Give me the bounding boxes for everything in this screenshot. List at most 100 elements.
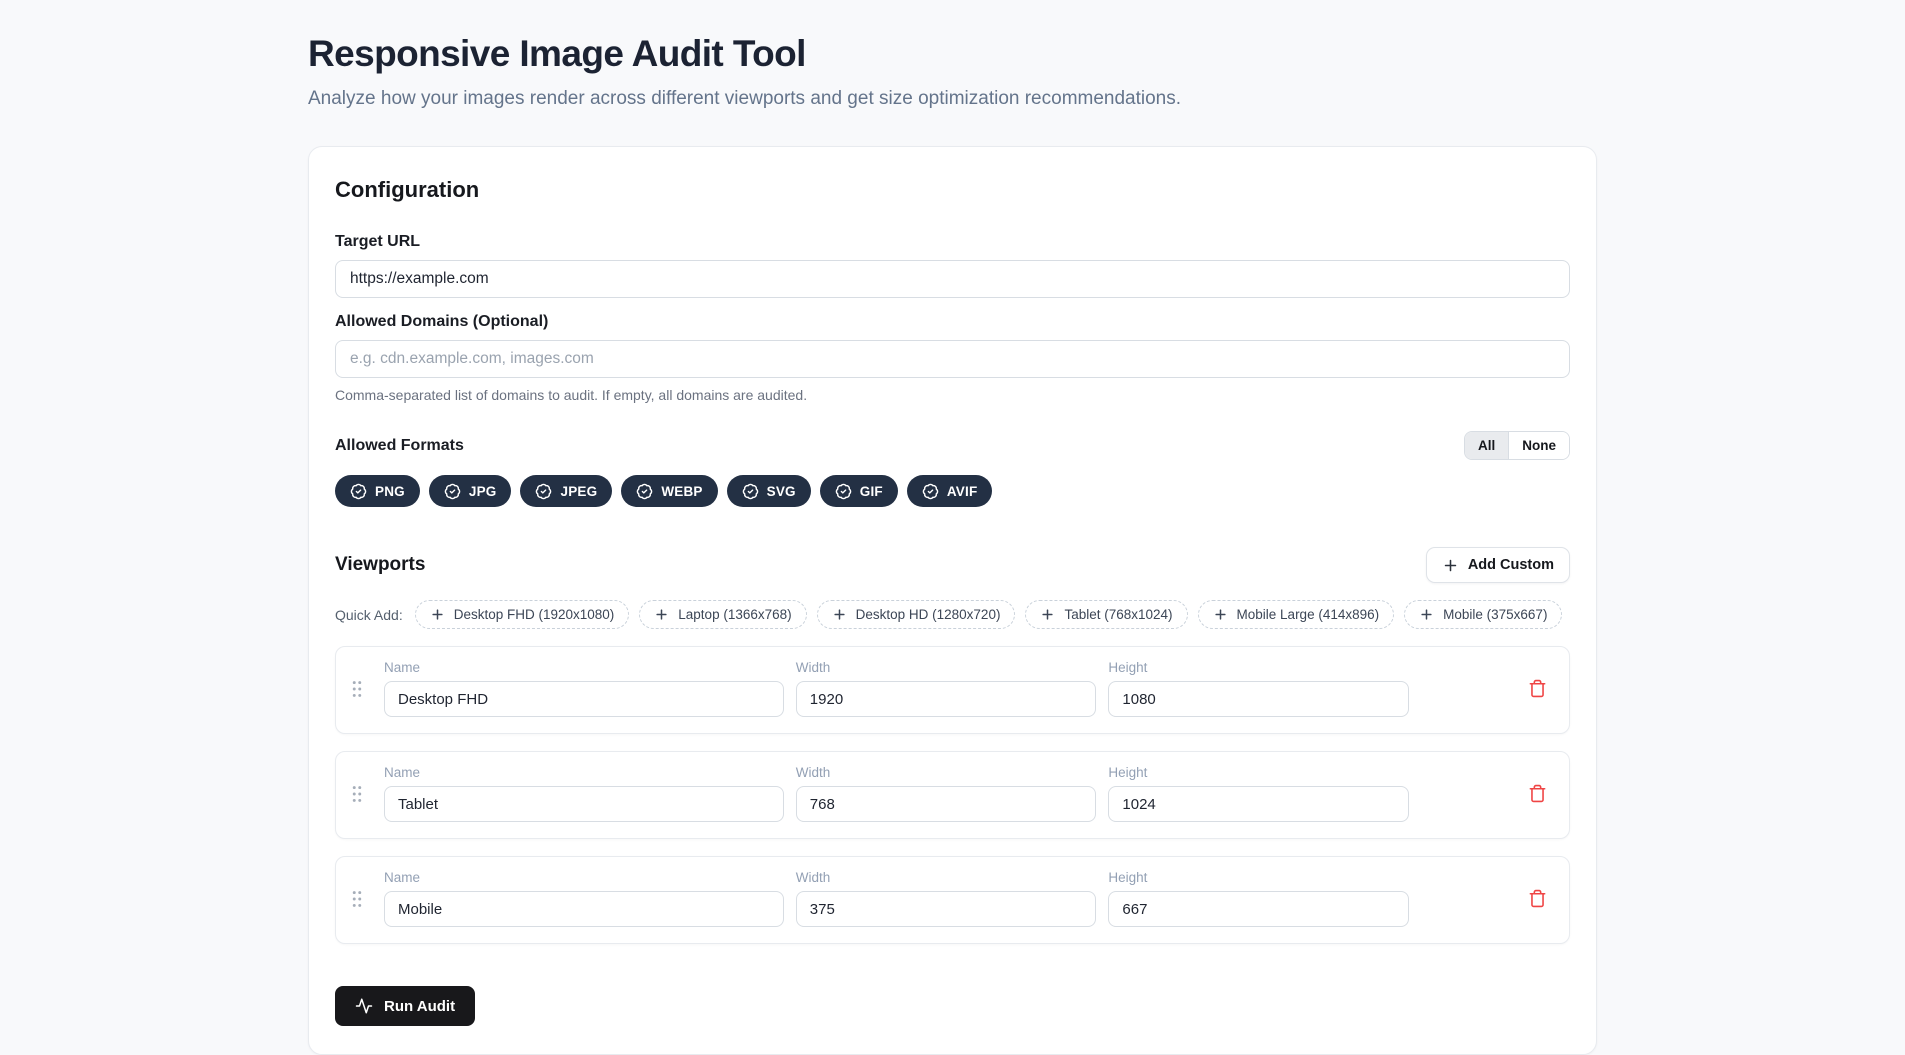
preset-label: Mobile (375x667) — [1443, 607, 1547, 622]
viewport-name-input[interactable] — [384, 786, 784, 822]
viewport-height-label: Height — [1108, 660, 1409, 675]
grip-vertical-icon — [346, 783, 368, 805]
format-pill-label: SVG — [767, 484, 796, 499]
plus-icon — [1442, 557, 1459, 574]
format-pill-gif[interactable]: GIF — [820, 475, 898, 507]
viewport-width-label: Width — [796, 870, 1097, 885]
viewport-height-label: Height — [1108, 765, 1409, 780]
format-pill-svg[interactable]: SVG — [727, 475, 811, 507]
add-custom-button[interactable]: Add Custom — [1426, 547, 1570, 583]
configuration-card: Configuration Target URL Allowed Domains… — [308, 146, 1597, 1055]
add-custom-label: Add Custom — [1468, 557, 1554, 573]
badge-check-icon — [535, 483, 552, 500]
format-pill-label: JPG — [469, 484, 497, 499]
format-pills-row: PNG JPG JPEG WEBP SVG GIF — [335, 475, 1570, 507]
quick-add-desktop-fhd[interactable]: Desktop FHD (1920x1080) — [415, 600, 630, 629]
formats-select-all-button[interactable]: All — [1465, 432, 1508, 459]
preset-label: Desktop HD (1280x720) — [856, 607, 1001, 622]
drag-handle[interactable] — [342, 888, 372, 910]
activity-icon — [355, 997, 373, 1015]
viewports-heading: Viewports — [335, 554, 425, 576]
viewport-height-label: Height — [1108, 870, 1409, 885]
viewport-height-input[interactable] — [1108, 891, 1409, 927]
format-pill-png[interactable]: PNG — [335, 475, 420, 507]
quick-add-laptop[interactable]: Laptop (1366x768) — [639, 600, 806, 629]
grip-vertical-icon — [346, 678, 368, 700]
quick-add-desktop-hd[interactable]: Desktop HD (1280x720) — [817, 600, 1016, 629]
badge-check-icon — [922, 483, 939, 500]
viewport-row: Name Width Height — [335, 646, 1570, 734]
viewport-height-field: Height — [1108, 765, 1409, 822]
viewport-name-input[interactable] — [384, 891, 784, 927]
page-container: Responsive Image Audit Tool Analyze how … — [308, 0, 1597, 1055]
badge-check-icon — [350, 483, 367, 500]
plus-icon — [654, 607, 669, 622]
plus-icon — [1419, 607, 1434, 622]
page-subtitle: Analyze how your images render across di… — [308, 88, 1597, 110]
allowed-domains-group: Allowed Domains (Optional) Comma-separat… — [335, 313, 1570, 403]
target-url-input[interactable] — [335, 260, 1570, 298]
quick-add-row: Quick Add: Desktop FHD (1920x1080) Lapto… — [335, 600, 1570, 629]
delete-viewport-button[interactable] — [1524, 675, 1551, 702]
viewport-width-input[interactable] — [796, 681, 1097, 717]
viewport-height-input[interactable] — [1108, 786, 1409, 822]
format-pill-webp[interactable]: WEBP — [621, 475, 717, 507]
viewport-row: Name Width Height — [335, 856, 1570, 944]
viewport-width-field: Width — [796, 870, 1097, 927]
quick-add-tablet[interactable]: Tablet (768x1024) — [1025, 600, 1187, 629]
viewports-header: Viewports Add Custom — [335, 547, 1570, 583]
target-url-group: Target URL — [335, 233, 1570, 298]
trash-icon — [1528, 784, 1547, 803]
target-url-label: Target URL — [335, 233, 1570, 251]
format-pill-jpg[interactable]: JPG — [429, 475, 512, 507]
allowed-domains-label: Allowed Domains (Optional) — [335, 313, 1570, 331]
format-pill-jpeg[interactable]: JPEG — [520, 475, 612, 507]
viewport-height-input[interactable] — [1108, 681, 1409, 717]
grip-vertical-icon — [346, 888, 368, 910]
trash-icon — [1528, 889, 1547, 908]
preset-label: Desktop FHD (1920x1080) — [454, 607, 615, 622]
plus-icon — [832, 607, 847, 622]
viewport-name-label: Name — [384, 765, 784, 780]
format-pill-avif[interactable]: AVIF — [907, 475, 993, 507]
badge-check-icon — [636, 483, 653, 500]
viewport-width-label: Width — [796, 660, 1097, 675]
allowed-formats-label: Allowed Formats — [335, 437, 464, 455]
trash-icon — [1528, 679, 1547, 698]
quick-add-mobile[interactable]: Mobile (375x667) — [1404, 600, 1562, 629]
delete-viewport-button[interactable] — [1524, 780, 1551, 807]
format-pill-label: PNG — [375, 484, 405, 499]
drag-handle[interactable] — [342, 678, 372, 700]
preset-label: Mobile Large (414x896) — [1237, 607, 1380, 622]
format-pill-label: WEBP — [661, 484, 702, 499]
viewport-height-field: Height — [1108, 660, 1409, 717]
configuration-heading: Configuration — [335, 177, 1570, 203]
badge-check-icon — [835, 483, 852, 500]
format-pill-label: GIF — [860, 484, 883, 499]
viewport-width-input[interactable] — [796, 891, 1097, 927]
formats-select-toggle: All None — [1464, 431, 1570, 460]
quick-add-mobile-large[interactable]: Mobile Large (414x896) — [1198, 600, 1395, 629]
allowed-domains-input[interactable] — [335, 340, 1570, 378]
viewport-width-field: Width — [796, 765, 1097, 822]
allowed-domains-hint: Comma-separated list of domains to audit… — [335, 387, 1570, 403]
viewport-height-field: Height — [1108, 870, 1409, 927]
viewport-name-label: Name — [384, 660, 784, 675]
drag-handle[interactable] — [342, 783, 372, 805]
viewport-name-field: Name — [384, 660, 784, 717]
viewport-name-label: Name — [384, 870, 784, 885]
format-pill-label: AVIF — [947, 484, 978, 499]
viewport-width-field: Width — [796, 660, 1097, 717]
viewport-name-input[interactable] — [384, 681, 784, 717]
delete-viewport-button[interactable] — [1524, 885, 1551, 912]
formats-select-none-button[interactable]: None — [1508, 432, 1569, 459]
run-audit-label: Run Audit — [384, 998, 455, 1015]
viewport-name-field: Name — [384, 765, 784, 822]
preset-label: Tablet (768x1024) — [1064, 607, 1172, 622]
viewport-row: Name Width Height — [335, 751, 1570, 839]
badge-check-icon — [742, 483, 759, 500]
viewport-name-field: Name — [384, 870, 784, 927]
viewport-width-input[interactable] — [796, 786, 1097, 822]
format-pill-label: JPEG — [560, 484, 597, 499]
run-audit-button[interactable]: Run Audit — [335, 986, 475, 1026]
